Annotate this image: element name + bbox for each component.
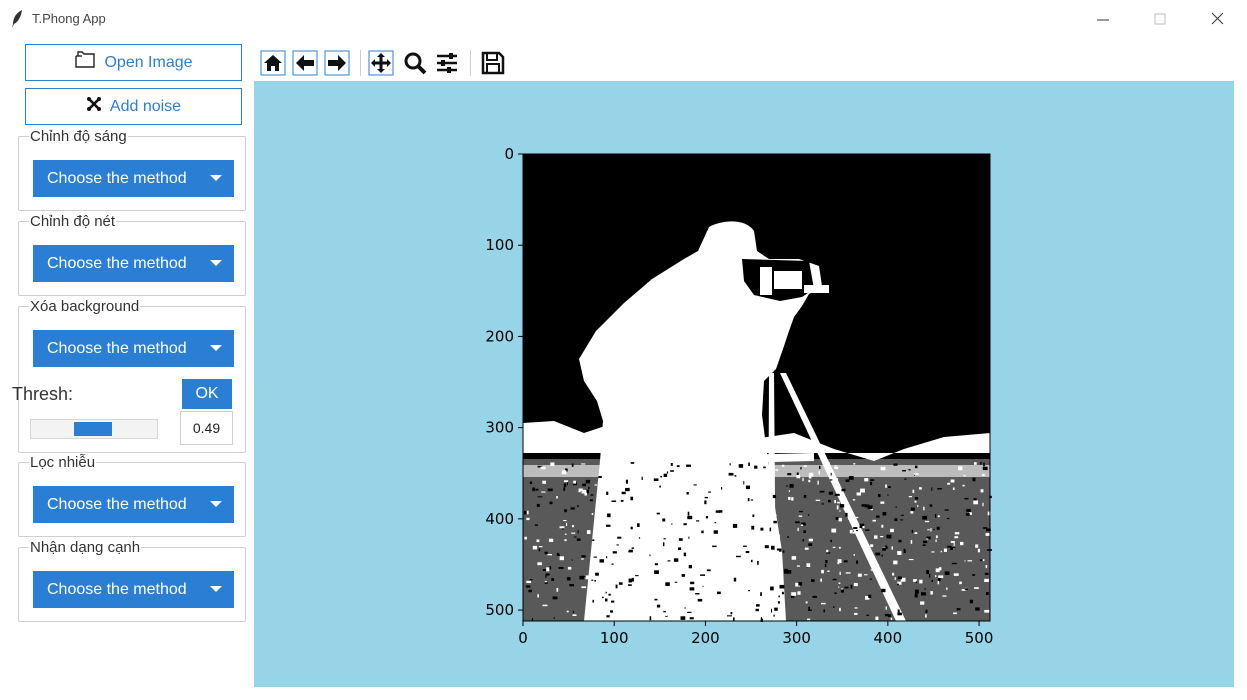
group-brightness: Chỉnh độ sáng Choose the method xyxy=(18,129,246,211)
group-label: Lọc nhiễu xyxy=(29,454,97,471)
dropdown-value: Choose the method xyxy=(47,339,187,357)
dropdown-value: Choose the method xyxy=(47,254,187,272)
sidebar: Open Image Add noise Chỉnh độ sáng Choos… xyxy=(0,38,254,700)
open-image-button[interactable]: Open Image xyxy=(25,44,242,81)
brightness-method-dropdown[interactable]: Choose the method xyxy=(33,160,234,197)
folder-icon xyxy=(74,51,96,74)
noise-icon xyxy=(86,96,102,117)
group-label: Nhận dạng cạnh xyxy=(29,539,142,556)
caret-down-icon xyxy=(210,260,222,266)
dropdown-value: Choose the method xyxy=(47,495,187,513)
y-tick-label: 500 xyxy=(485,601,514,619)
minimize-icon[interactable] xyxy=(1088,6,1118,32)
y-tick-label: 0 xyxy=(504,145,514,163)
x-tick-label: 100 xyxy=(600,629,629,647)
thresh-slider[interactable] xyxy=(30,419,158,439)
group-label: Chỉnh độ sáng xyxy=(29,128,128,145)
plot-canvas[interactable]: 0 100 200 300 400 500 0 100 200 300 400 500 xyxy=(254,81,1234,687)
thresh-label: Thresh: xyxy=(12,384,74,404)
background-method-dropdown[interactable]: Choose the method xyxy=(33,330,234,367)
pan-icon[interactable] xyxy=(366,48,396,78)
x-tick-label: 300 xyxy=(782,629,811,647)
toolbar-separator xyxy=(470,50,471,76)
noise-filter-method-dropdown[interactable]: Choose the method xyxy=(33,486,234,523)
window-title: T.Phong App xyxy=(32,11,106,26)
y-tick-label: 400 xyxy=(485,510,514,528)
add-noise-button[interactable]: Add noise xyxy=(25,88,242,125)
x-tick-label: 0 xyxy=(518,629,528,647)
plot-figure: 0 100 200 300 400 5000100200300400500 xyxy=(485,145,994,647)
slider-thumb[interactable] xyxy=(74,422,112,436)
save-icon[interactable] xyxy=(478,48,508,78)
ok-button[interactable]: OK xyxy=(182,379,232,409)
close-icon[interactable] xyxy=(1202,6,1232,32)
caret-down-icon xyxy=(210,586,222,592)
binary-image xyxy=(523,154,992,622)
caret-down-icon xyxy=(210,175,222,181)
edge-method-dropdown[interactable]: Choose the method xyxy=(33,571,234,608)
dropdown-value: Choose the method xyxy=(47,169,187,187)
caret-down-icon xyxy=(210,345,222,351)
back-icon[interactable] xyxy=(290,48,320,78)
maximize-icon[interactable] xyxy=(1145,6,1175,32)
thresh-value-field[interactable]: 0.49 xyxy=(180,411,233,445)
group-label: Xóa background xyxy=(29,298,141,315)
sharpness-method-dropdown[interactable]: Choose the method xyxy=(33,245,234,282)
x-tick-label: 400 xyxy=(874,629,903,647)
x-tick-label: 200 xyxy=(691,629,720,647)
group-edge-detection: Nhận dạng cạnh Choose the method xyxy=(18,540,246,622)
dropdown-value: Choose the method xyxy=(47,580,187,598)
group-sharpness: Chỉnh độ nét Choose the method xyxy=(18,214,246,296)
caret-down-icon xyxy=(210,501,222,507)
x-tick-label: 500 xyxy=(965,629,994,647)
y-tick-label: 300 xyxy=(485,419,514,437)
y-tick-label: 200 xyxy=(485,327,514,345)
add-noise-label: Add noise xyxy=(109,97,182,115)
forward-icon[interactable] xyxy=(322,48,352,78)
feather-icon xyxy=(10,9,24,29)
configure-subplots-icon[interactable] xyxy=(432,48,462,78)
group-label: Chỉnh độ nét xyxy=(29,213,117,230)
home-icon[interactable] xyxy=(258,48,288,78)
toolbar-separator xyxy=(360,50,361,76)
title-bar: T.Phong App xyxy=(0,0,1247,38)
group-noise-filter: Lọc nhiễu Choose the method xyxy=(18,455,246,537)
zoom-icon[interactable] xyxy=(400,48,430,78)
y-tick-label: 100 xyxy=(485,236,514,254)
open-image-label: Open Image xyxy=(104,53,193,71)
